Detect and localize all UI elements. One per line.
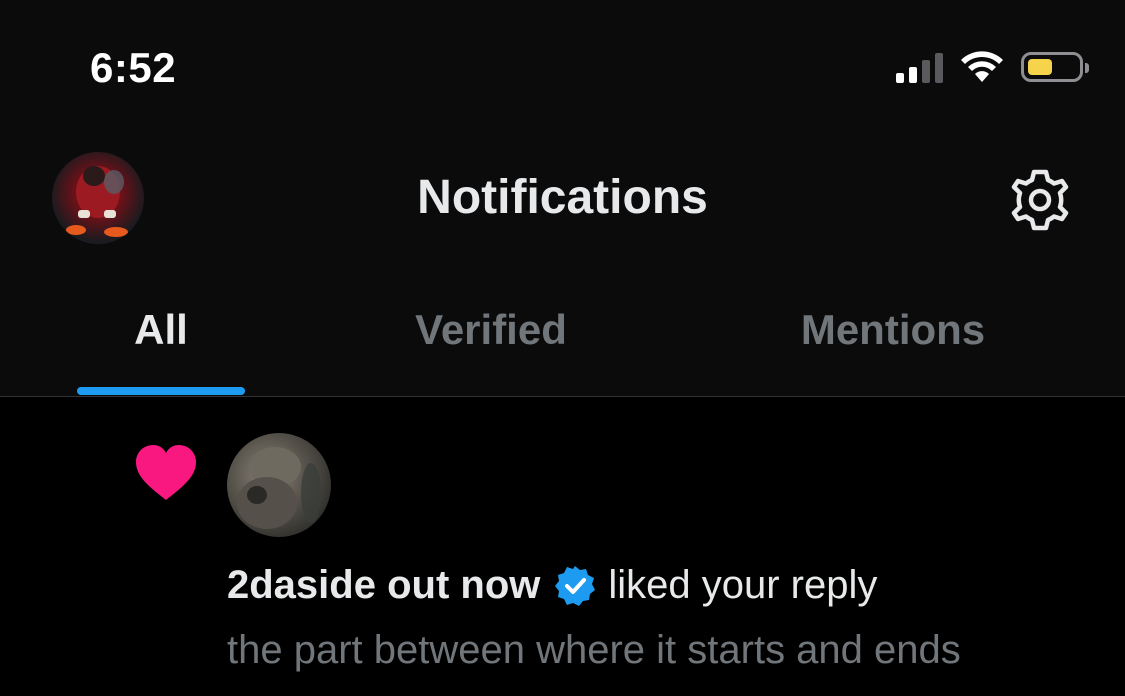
- battery-icon: [1021, 52, 1089, 82]
- wifi-icon: [961, 51, 1003, 82]
- verified-badge-icon: [555, 565, 596, 606]
- cellular-signal-icon: [896, 51, 943, 83]
- heart-icon: [136, 445, 196, 500]
- status-time: 6:52: [90, 44, 177, 91]
- page-title: Notifications: [417, 171, 708, 224]
- gear-icon[interactable]: [1008, 168, 1072, 232]
- notification-action: liked your reply: [608, 563, 878, 607]
- active-tab-indicator: [77, 387, 245, 395]
- notifications-screen: 6:52 Notifications All Verified Mentions…: [0, 0, 1125, 696]
- actor-avatar[interactable]: [227, 433, 331, 537]
- notification-text: 2daside out now liked your reply: [227, 563, 877, 608]
- actor-avatar-image: [237, 447, 321, 529]
- notification-snippet: the part between where it starts and end…: [227, 628, 961, 672]
- actor-name[interactable]: 2daside out now: [227, 563, 540, 608]
- tab-mentions[interactable]: Mentions: [770, 306, 1016, 354]
- status-icons: [896, 50, 1089, 84]
- tab-verified[interactable]: Verified: [380, 306, 602, 354]
- battery-level-fill: [1028, 59, 1052, 75]
- tab-all[interactable]: All: [77, 306, 245, 354]
- tabs-divider: [0, 396, 1125, 397]
